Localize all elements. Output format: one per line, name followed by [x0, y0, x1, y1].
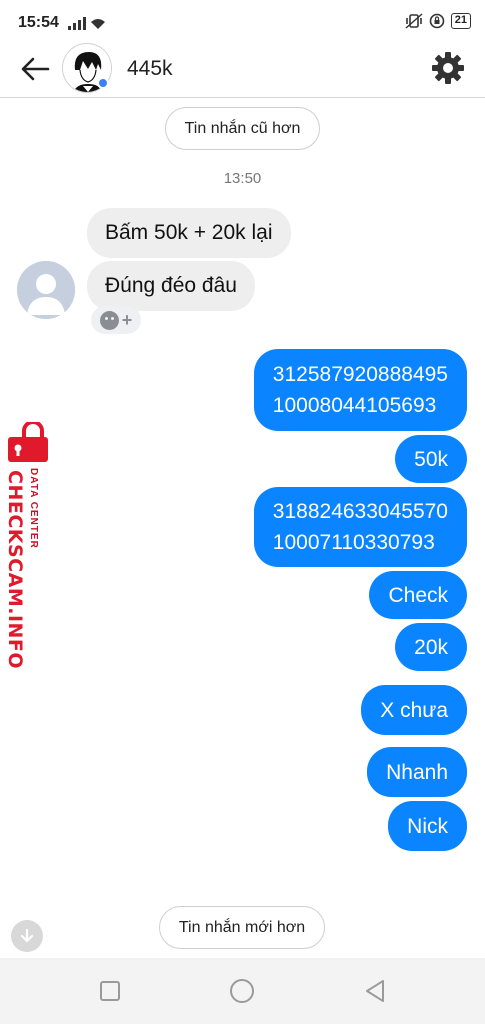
signal-icon: [68, 17, 105, 30]
gear-icon[interactable]: [430, 50, 466, 86]
verified-badge-icon: [97, 77, 109, 89]
sender-avatar[interactable]: [17, 261, 75, 319]
outgoing-message[interactable]: 20k: [395, 623, 467, 671]
battery-icon: 21: [450, 13, 471, 29]
outgoing-message[interactable]: Nhanh: [367, 747, 467, 797]
back-triangle-icon[interactable]: [362, 978, 388, 1004]
plus-icon: +: [121, 310, 133, 330]
watermark-text: CHECKSCAM.INFO: [4, 470, 26, 670]
watermark-subtext: DATA CENTER: [28, 468, 39, 549]
outgoing-message[interactable]: 50k: [395, 435, 467, 483]
alarm-icon: [429, 13, 445, 29]
chat-header: 445k: [0, 40, 485, 98]
incoming-message[interactable]: Đúng đéo đâu: [87, 261, 255, 311]
default-person-icon: [17, 261, 75, 319]
message-timestamp: 13:50: [223, 170, 262, 187]
lock-icon: [8, 422, 48, 462]
chat-title[interactable]: 445k: [127, 57, 173, 81]
vibrate-icon: [405, 13, 423, 29]
recents-icon[interactable]: [100, 981, 120, 1001]
scroll-down-button[interactable]: [11, 920, 43, 952]
smiley-icon: [99, 310, 119, 330]
newer-messages-button[interactable]: Tin nhắn mới hơn: [159, 906, 325, 949]
wifi-icon: [91, 19, 105, 29]
status-time: 15:54: [18, 14, 59, 31]
back-arrow-icon[interactable]: [18, 54, 52, 84]
incoming-message[interactable]: Bấm 50k + 20k lại: [87, 208, 291, 258]
outgoing-message[interactable]: 318824633045570 10007110330793: [253, 487, 467, 567]
system-nav-bar: [0, 958, 485, 1024]
older-messages-button[interactable]: Tin nhắn cũ hơn: [165, 107, 320, 150]
arrow-down-icon: [20, 928, 34, 943]
outgoing-message[interactable]: 312587920888495 10008044105693: [253, 349, 467, 431]
home-icon[interactable]: [230, 979, 254, 1003]
add-reaction-button[interactable]: +: [91, 306, 141, 334]
outgoing-message[interactable]: Nick: [388, 801, 467, 851]
outgoing-message[interactable]: X chưa: [361, 685, 467, 735]
outgoing-message[interactable]: Check: [369, 571, 467, 619]
